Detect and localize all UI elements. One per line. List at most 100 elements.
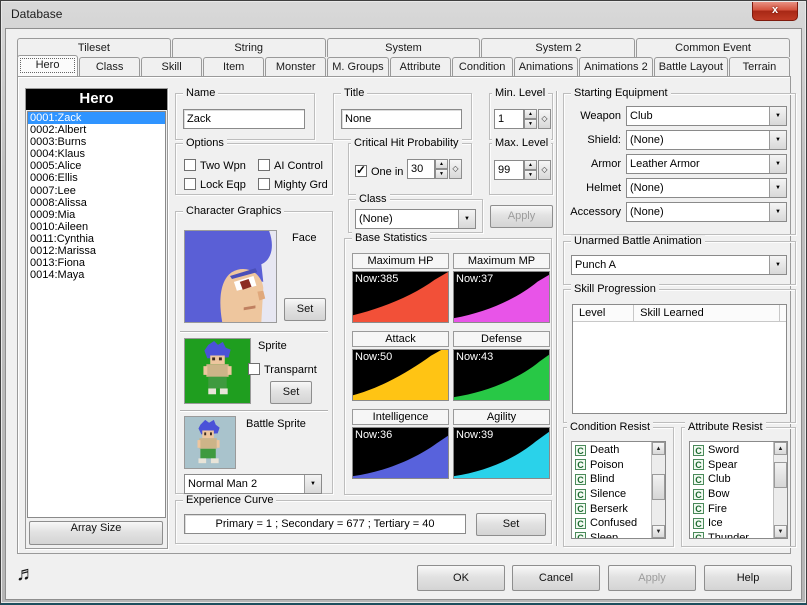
scroll-up-icon[interactable]: ▲	[774, 442, 787, 455]
tab-system[interactable]: System	[327, 38, 481, 57]
tab-string[interactable]: String	[172, 38, 326, 57]
sprite-image[interactable]	[184, 338, 251, 404]
tab-item[interactable]: Item	[203, 57, 264, 76]
scroll-thumb[interactable]	[774, 462, 787, 488]
array-size-button[interactable]: Array Size	[29, 521, 163, 545]
hero-list-item[interactable]: 0002:Albert	[28, 124, 165, 136]
chevron-down-icon[interactable]: ▼	[769, 203, 786, 221]
level-column-header[interactable]: Level	[573, 305, 634, 322]
apply-button[interactable]: Apply	[608, 565, 696, 591]
stat-name[interactable]: Attack	[352, 331, 449, 347]
condition-item[interactable]: CBerserk	[572, 501, 651, 516]
min-level-up-icon[interactable]: ▲	[524, 109, 537, 119]
max-level-value[interactable]: 99	[494, 160, 524, 180]
tab-animations[interactable]: Animations	[514, 57, 578, 76]
chevron-down-icon[interactable]: ▼	[769, 107, 786, 125]
sprite-file-dropdown[interactable]: Normal Man 2 ▼	[184, 474, 322, 494]
hero-list-item[interactable]: 0014:Maya	[28, 269, 165, 281]
tab-animations2[interactable]: Animations 2	[579, 57, 653, 76]
mighty-grd-checkbox[interactable]	[258, 178, 270, 190]
transparent-option[interactable]: Transparnt	[248, 360, 317, 378]
close-icon[interactable]: x	[752, 2, 798, 21]
stat-graph[interactable]: Now:37	[453, 271, 550, 323]
tab-hero[interactable]: Hero	[17, 55, 78, 76]
tab-m-groups[interactable]: M. Groups	[327, 57, 388, 76]
hero-list-item[interactable]: 0005:Alice	[28, 160, 165, 172]
shield-dropdown[interactable]: (None) ▼	[626, 130, 787, 150]
tab-battle-layout[interactable]: Battle Layout	[654, 57, 728, 76]
hero-list-item[interactable]: 0001:Zack	[28, 112, 165, 124]
one-in-checkbox[interactable]	[355, 165, 367, 177]
attribute-item[interactable]: CFire	[690, 501, 773, 516]
scrollbar[interactable]: ▲ ▼	[773, 442, 787, 538]
condition-resist-list[interactable]: CDeath CPoison CBlind CSilence CBerserk …	[571, 441, 666, 539]
accessory-dropdown[interactable]: (None) ▼	[626, 202, 787, 222]
tab-system2[interactable]: System 2	[481, 38, 635, 57]
tab-monster[interactable]: Monster	[265, 57, 326, 76]
face-set-button[interactable]: Set	[284, 298, 326, 321]
min-level-diamond-icon[interactable]: ◇	[538, 109, 551, 129]
max-level-down-icon[interactable]: ▼	[524, 170, 537, 180]
class-dropdown[interactable]: (None) ▼	[355, 209, 476, 229]
condition-item[interactable]: CDeath	[572, 443, 651, 458]
ok-button[interactable]: OK	[417, 565, 505, 591]
tab-skill[interactable]: Skill	[141, 57, 202, 76]
weapon-dropdown[interactable]: Club ▼	[626, 106, 787, 126]
class-apply-button[interactable]: Apply	[490, 205, 553, 228]
face-image[interactable]	[184, 230, 277, 323]
attribute-item[interactable]: CSword	[690, 443, 773, 458]
stat-graph[interactable]: Now:385	[352, 271, 449, 323]
hero-list[interactable]: 0001:Zack 0002:Albert 0003:Burns 0004:Kl…	[27, 111, 166, 518]
ai-control-checkbox[interactable]	[258, 159, 270, 171]
critical-diamond-icon[interactable]: ◇	[449, 159, 462, 179]
hero-list-item[interactable]: 0006:Ellis	[28, 172, 165, 184]
skill-progression-list[interactable]: Level Skill Learned	[572, 304, 787, 414]
tab-class[interactable]: Class	[79, 57, 140, 76]
experience-curve-value[interactable]: Primary = 1 ; Secondary = 677 ; Tertiary…	[184, 514, 466, 534]
condition-item[interactable]: CSleep	[572, 531, 651, 538]
name-input[interactable]: Zack	[183, 109, 305, 129]
option-two-wpn[interactable]: Two Wpn	[184, 156, 246, 174]
chevron-down-icon[interactable]: ▼	[769, 131, 786, 149]
hero-list-item[interactable]: 0011:Cynthia	[28, 233, 165, 245]
hero-list-item[interactable]: 0003:Burns	[28, 136, 165, 148]
battle-sprite-image[interactable]	[184, 416, 236, 469]
hero-list-item[interactable]: 0007:Lee	[28, 185, 165, 197]
condition-item[interactable]: CPoison	[572, 458, 651, 473]
hero-list-item[interactable]: 0013:Fiona	[28, 257, 165, 269]
tab-common-event[interactable]: Common Event	[636, 38, 790, 57]
scroll-thumb[interactable]	[652, 474, 665, 500]
transparent-checkbox[interactable]	[248, 363, 260, 375]
scrollbar[interactable]: ▲ ▼	[651, 442, 665, 538]
chevron-down-icon[interactable]: ▼	[769, 155, 786, 173]
max-level-diamond-icon[interactable]: ◇	[538, 160, 551, 180]
two-wpn-checkbox[interactable]	[184, 159, 196, 171]
sprite-set-button[interactable]: Set	[270, 381, 312, 404]
experience-set-button[interactable]: Set	[476, 513, 546, 536]
cancel-button[interactable]: Cancel	[512, 565, 600, 591]
stat-name[interactable]: Intelligence	[352, 409, 449, 425]
critical-up-icon[interactable]: ▲	[435, 159, 448, 169]
tab-terrain[interactable]: Terrain	[729, 57, 790, 76]
skill-learned-column-header[interactable]: Skill Learned	[634, 305, 780, 322]
lock-eqp-checkbox[interactable]	[184, 178, 196, 190]
stat-graph[interactable]: Now:36	[352, 427, 449, 479]
hero-list-item[interactable]: 0008:Alissa	[28, 197, 165, 209]
attribute-item[interactable]: CClub	[690, 472, 773, 487]
scroll-up-icon[interactable]: ▲	[652, 442, 665, 455]
tab-condition[interactable]: Condition	[452, 57, 513, 76]
armor-dropdown[interactable]: Leather Armor ▼	[626, 154, 787, 174]
critical-value[interactable]: 30	[407, 159, 435, 179]
max-level-up-icon[interactable]: ▲	[524, 160, 537, 170]
one-in-option[interactable]: One in	[355, 162, 403, 180]
helmet-dropdown[interactable]: (None) ▼	[626, 178, 787, 198]
stat-name[interactable]: Maximum HP	[352, 253, 449, 269]
hero-list-item[interactable]: 0012:Marissa	[28, 245, 165, 257]
min-level-down-icon[interactable]: ▼	[524, 119, 537, 129]
condition-item[interactable]: CSilence	[572, 487, 651, 502]
option-lock-eqp[interactable]: Lock Eqp	[184, 175, 246, 193]
attribute-resist-list[interactable]: CSword CSpear CClub CBow CFire CIce CThu…	[689, 441, 788, 539]
title-bar[interactable]: Database x	[1, 1, 806, 27]
title-input[interactable]: None	[341, 109, 462, 129]
attribute-item[interactable]: CIce	[690, 516, 773, 531]
